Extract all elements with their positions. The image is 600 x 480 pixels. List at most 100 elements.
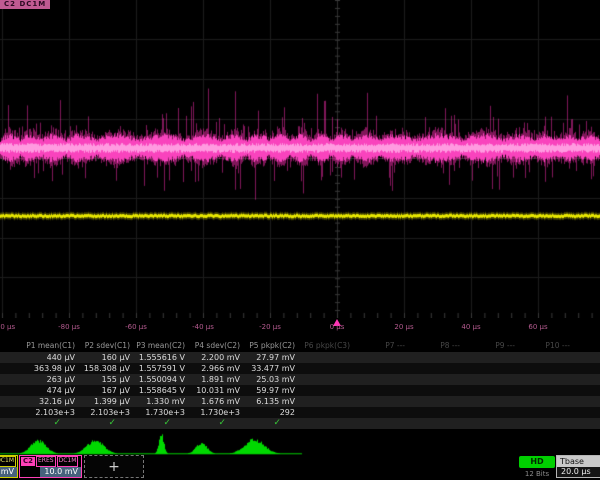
param-value: 2.103e+3 bbox=[81, 407, 136, 418]
param-value: 1.557591 V bbox=[136, 363, 191, 374]
param-header-p6[interactable]: P6 pkpk(C3) bbox=[301, 340, 356, 352]
status-ok-icon: ✓ bbox=[191, 418, 246, 429]
status-ok-icon: ✓ bbox=[136, 418, 191, 429]
param-value bbox=[411, 396, 466, 407]
param-value bbox=[466, 352, 521, 363]
measurement-table[interactable]: P1 mean(C1)P2 sdev(C1)P3 mean(C2)P4 sdev… bbox=[0, 340, 600, 429]
param-value: 2.966 mV bbox=[191, 363, 246, 374]
param-header-p4[interactable]: P4 sdev(C2) bbox=[191, 340, 246, 352]
param-row-value: 440 µV160 µV1.555616 V2.200 mV27.97 mV bbox=[0, 352, 600, 363]
param-value: 1.330 mV bbox=[136, 396, 191, 407]
param-header-p1[interactable]: P1 mean(C1) bbox=[26, 340, 81, 352]
param-value bbox=[356, 374, 411, 385]
param-value: 1.676 mV bbox=[191, 396, 246, 407]
param-value: 1.399 µV bbox=[81, 396, 136, 407]
param-row-min: 263 µV155 µV1.550094 V1.891 mV25.03 mV bbox=[0, 374, 600, 385]
param-value bbox=[521, 396, 576, 407]
c1-coupling-badge: DC1M bbox=[0, 456, 16, 467]
hd-mode-badge[interactable]: HD bbox=[519, 456, 555, 468]
axis-tick-label: -80 µs bbox=[58, 323, 80, 331]
param-header-p2[interactable]: P2 sdev(C1) bbox=[81, 340, 136, 352]
param-value bbox=[411, 352, 466, 363]
param-value bbox=[521, 352, 576, 363]
timebase-scale: 20.0 µs bbox=[557, 467, 600, 477]
param-value bbox=[521, 363, 576, 374]
waveform-canvas bbox=[0, 0, 600, 318]
histicon-canvas bbox=[0, 430, 600, 456]
axis-tick-label: 20 µs bbox=[394, 323, 413, 331]
param-row-mean: 363.98 µV158.308 µV1.557591 V2.966 mV33.… bbox=[0, 363, 600, 374]
param-value bbox=[356, 396, 411, 407]
param-value: 32.16 µV bbox=[26, 396, 81, 407]
add-trace-button[interactable]: + bbox=[84, 455, 144, 478]
channel-c2-descriptor[interactable]: C2 ERES DC1M 10.0 mV bbox=[19, 455, 82, 478]
param-header-p3[interactable]: P3 mean(C2) bbox=[136, 340, 191, 352]
param-value: 1.555616 V bbox=[136, 352, 191, 363]
waveform-plot[interactable]: C2 DC1M bbox=[0, 0, 600, 318]
channel-c1-descriptor[interactable]: DC1M 10.0 mV bbox=[0, 455, 18, 478]
c2-channel-label: C2 bbox=[21, 457, 35, 466]
param-value: 440 µV bbox=[26, 352, 81, 363]
param-value: 1.558645 V bbox=[136, 385, 191, 396]
param-value: 363.98 µV bbox=[26, 363, 81, 374]
status-ok-icon: ✓ bbox=[26, 418, 81, 429]
param-header-p8[interactable]: P8 --- bbox=[411, 340, 466, 352]
axis-tick-label: -100 µs bbox=[0, 323, 15, 331]
status-ok-icon: ✓ bbox=[81, 418, 136, 429]
param-header-p10[interactable]: P10 --- bbox=[521, 340, 576, 352]
param-value: 292 bbox=[246, 407, 301, 418]
param-header-p7[interactable]: P7 --- bbox=[356, 340, 411, 352]
param-row-max: 474 µV167 µV1.558645 V10.031 mV59.97 mV bbox=[0, 385, 600, 396]
axis-tick-label: 60 µs bbox=[528, 323, 547, 331]
param-value bbox=[356, 363, 411, 374]
param-value bbox=[466, 385, 521, 396]
status-empty bbox=[411, 418, 466, 429]
param-value bbox=[466, 374, 521, 385]
param-value bbox=[411, 407, 466, 418]
axis-tick-label: 0 µs bbox=[330, 323, 345, 331]
axis-tick-label: 40 µs bbox=[461, 323, 480, 331]
param-value: 33.477 mV bbox=[246, 363, 301, 374]
timebase-descriptor[interactable]: Tbase 20.0 µs bbox=[556, 455, 600, 478]
status-empty bbox=[466, 418, 521, 429]
time-axis: -100 µs -80 µs -60 µs -40 µs -20 µs 0 µs 20 µs… bbox=[0, 318, 600, 340]
c2-eres-badge: ERES bbox=[36, 456, 56, 467]
param-header-p5[interactable]: P5 pkpk(C2) bbox=[246, 340, 301, 352]
param-value: 1.891 mV bbox=[191, 374, 246, 385]
axis-tick-label: -40 µs bbox=[192, 323, 214, 331]
param-value bbox=[521, 374, 576, 385]
param-row-sdev: 32.16 µV1.399 µV1.330 mV1.676 mV6.135 mV bbox=[0, 396, 600, 407]
param-value bbox=[356, 407, 411, 418]
param-value bbox=[521, 385, 576, 396]
hd-bits-label: 12 Bits bbox=[512, 470, 562, 478]
param-value bbox=[466, 396, 521, 407]
param-value bbox=[356, 385, 411, 396]
param-value bbox=[411, 385, 466, 396]
param-value bbox=[301, 407, 356, 418]
param-value: 474 µV bbox=[26, 385, 81, 396]
param-value: 167 µV bbox=[81, 385, 136, 396]
param-value: 59.97 mV bbox=[246, 385, 301, 396]
c2-coupling-badge: DC1M bbox=[57, 456, 79, 467]
param-value: 160 µV bbox=[81, 352, 136, 363]
param-value: 263 µV bbox=[26, 374, 81, 385]
param-value: 27.97 mV bbox=[246, 352, 301, 363]
descriptor-bar: DC1M 10.0 mV C2 ERES DC1M 10.0 mV + HD 1… bbox=[0, 455, 600, 480]
status-ok-icon: ✓ bbox=[246, 418, 301, 429]
param-value: 6.135 mV bbox=[246, 396, 301, 407]
c1-volts-per-div: 10.0 mV bbox=[0, 467, 17, 477]
param-value bbox=[356, 352, 411, 363]
param-header-p9[interactable]: P9 --- bbox=[466, 340, 521, 352]
axis-tick-label: -60 µs bbox=[125, 323, 147, 331]
param-value bbox=[301, 352, 356, 363]
status-empty bbox=[301, 418, 356, 429]
param-value: 2.200 mV bbox=[191, 352, 246, 363]
c2-volts-per-div: 10.0 mV bbox=[40, 467, 81, 477]
param-value: 10.031 mV bbox=[191, 385, 246, 396]
axis-tick-label: -20 µs bbox=[259, 323, 281, 331]
param-row-num: 2.103e+32.103e+31.730e+31.730e+3292 bbox=[0, 407, 600, 418]
param-value: 2.103e+3 bbox=[26, 407, 81, 418]
param-value bbox=[301, 363, 356, 374]
histicon-strip bbox=[0, 430, 600, 456]
param-value: 25.03 mV bbox=[246, 374, 301, 385]
